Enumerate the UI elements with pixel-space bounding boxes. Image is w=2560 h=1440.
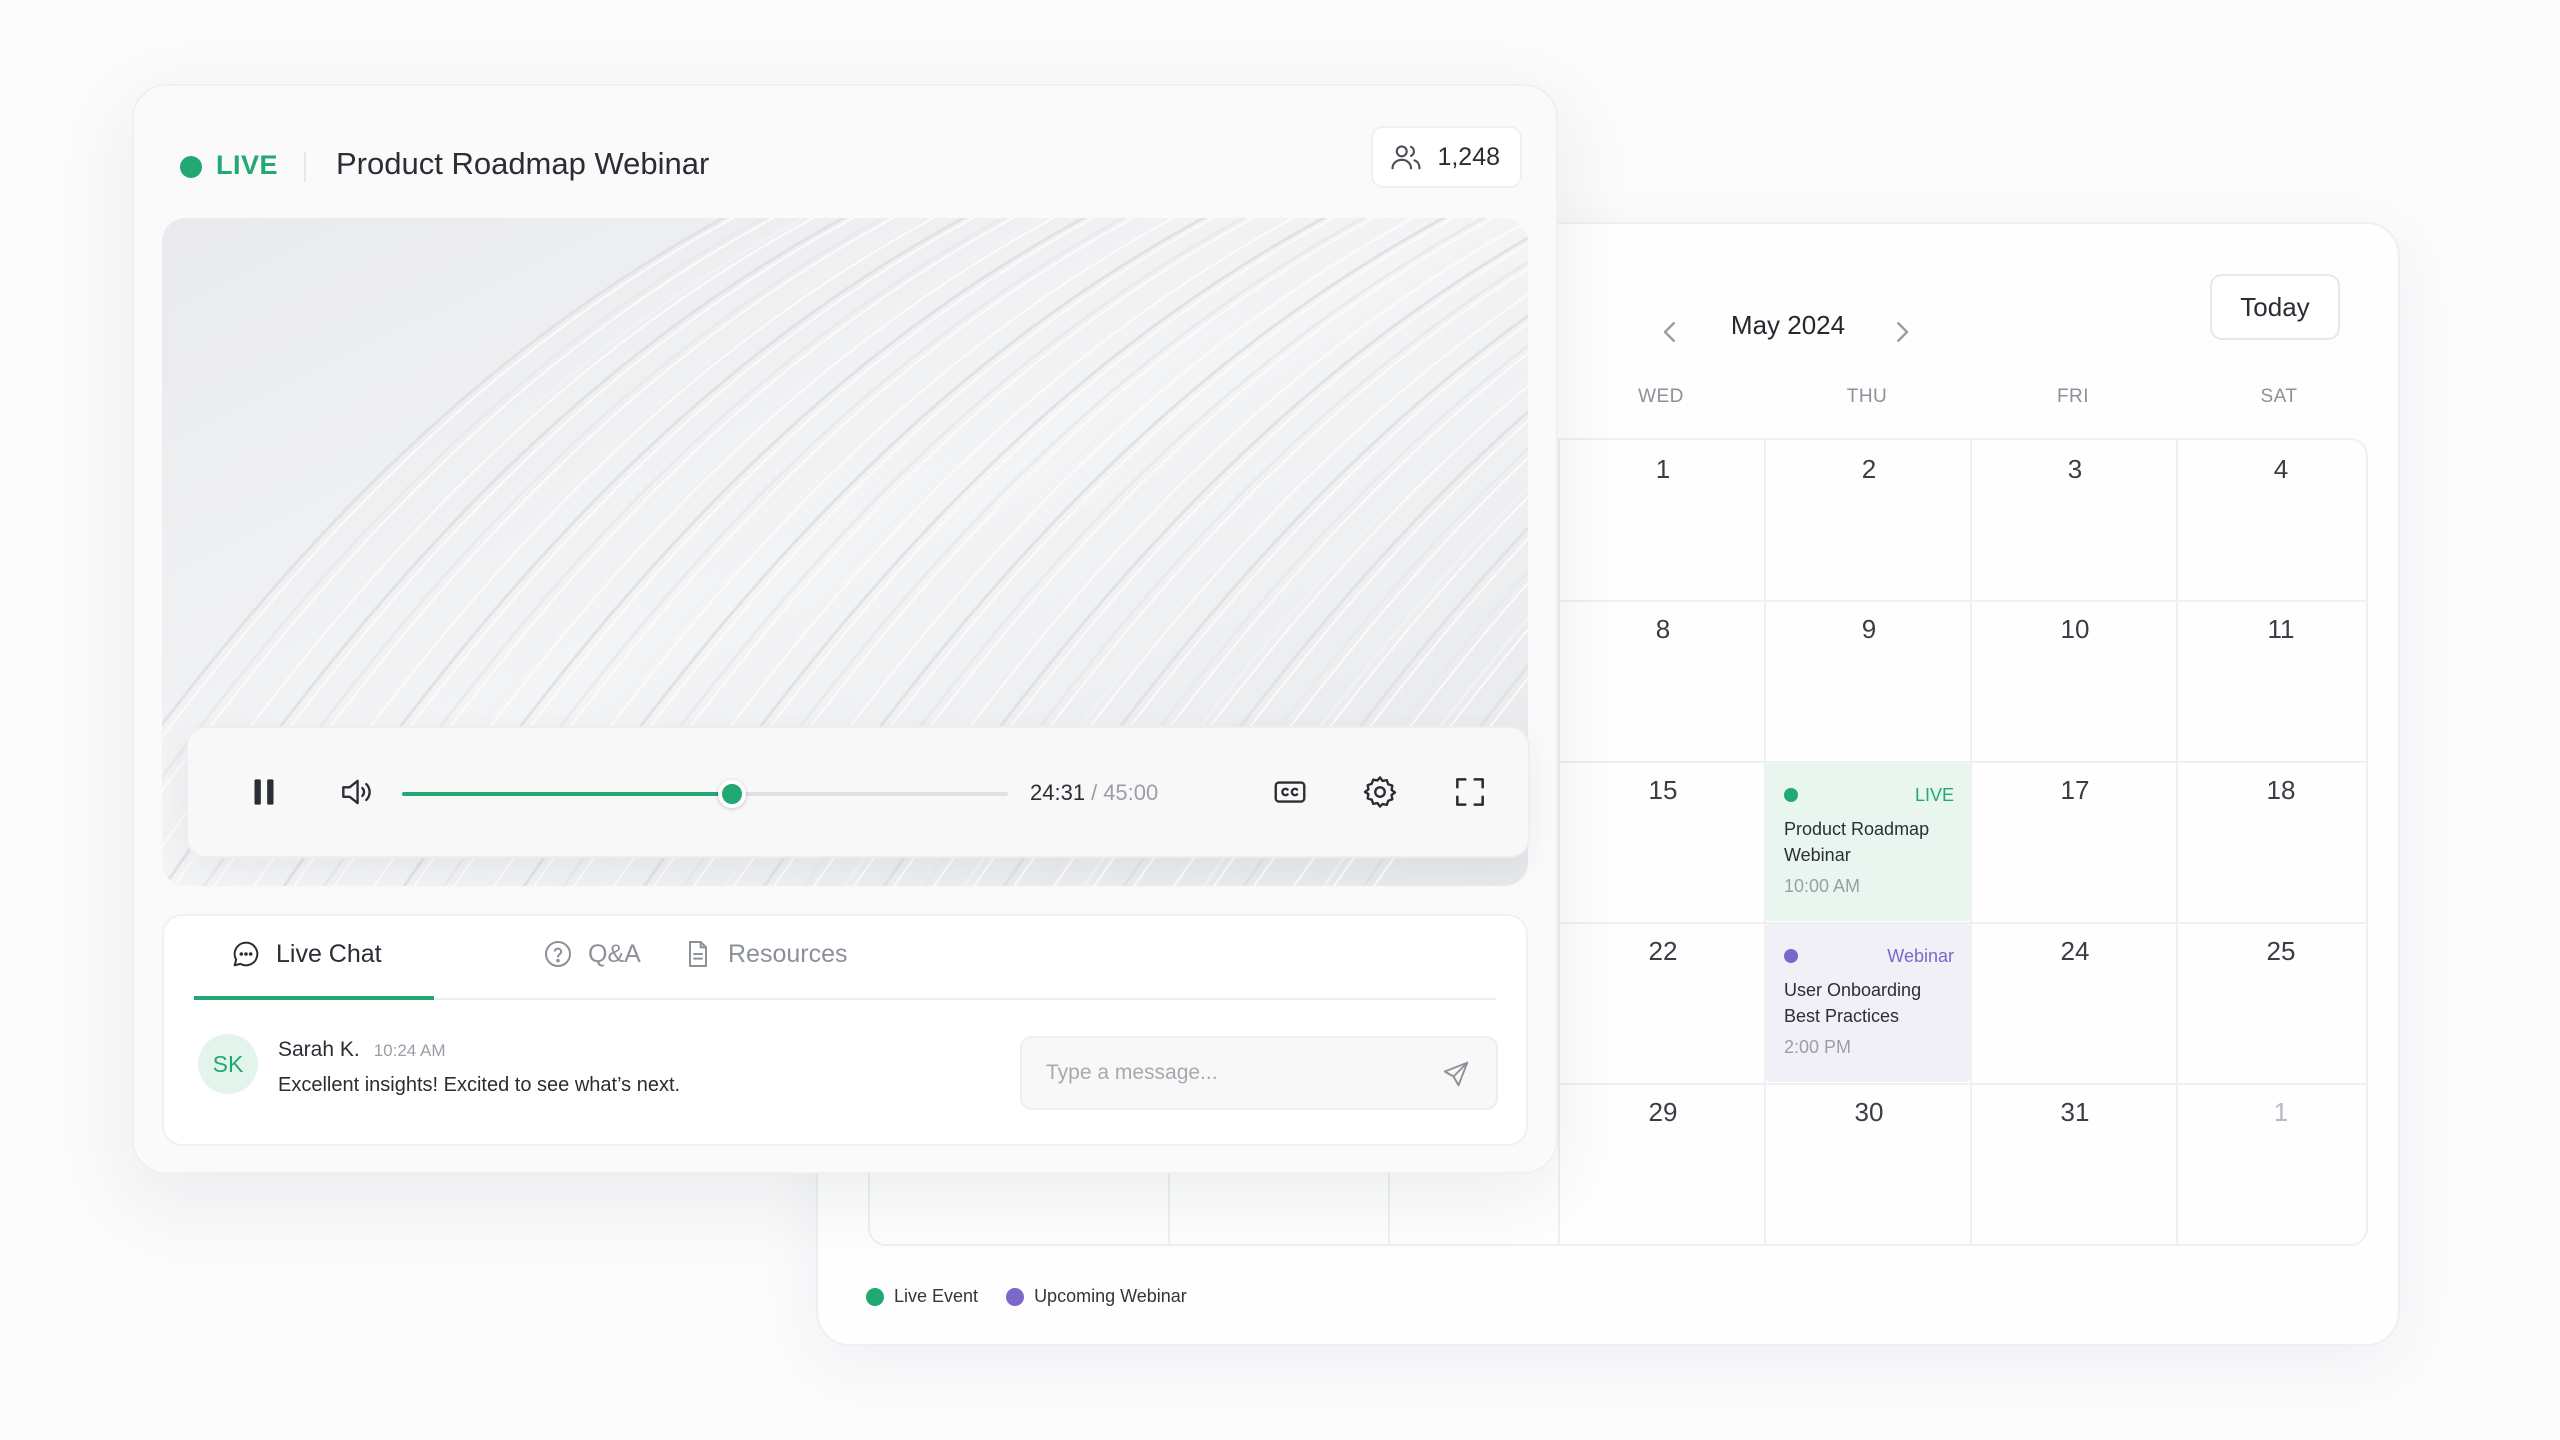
document-icon [689, 941, 707, 967]
current-time: 24:31 [1030, 780, 1086, 805]
day-cell[interactable]: 25 [2178, 936, 2366, 967]
event-time: 2:00 PM [1784, 1037, 1852, 1057]
event-title: User Onboarding Best Practices [1784, 980, 1922, 1026]
time-separator: / [1091, 780, 1098, 805]
tab-qa[interactable]: Q&A [542, 940, 641, 1000]
day-cell[interactable]: 8 [1560, 614, 1766, 645]
total-time: 45:00 [1103, 780, 1159, 805]
webinar-status-dot [1784, 949, 1798, 963]
calendar-legend: Live Event Upcoming Webinar [866, 1286, 1187, 1307]
day-cell[interactable]: 4 [2178, 454, 2366, 485]
day-cell[interactable]: 29 [1560, 1097, 1766, 1128]
question-circle-icon [545, 941, 571, 967]
captions-icon [1274, 781, 1306, 803]
day-cell-next-month[interactable]: 1 [2178, 1097, 2366, 1128]
message-input[interactable] [1046, 1038, 1426, 1108]
volume-icon [342, 779, 371, 805]
live-label: LIVE [216, 150, 279, 180]
tab-label: Live Chat [276, 940, 382, 968]
event-time: 10:00 AM [1784, 876, 1861, 896]
volume-button[interactable] [330, 766, 382, 818]
viewer-count-badge: 1,248 [1371, 126, 1522, 188]
users-icon [1391, 145, 1421, 170]
day-cell[interactable]: 24 [1972, 936, 2178, 967]
message-header: Sarah K. 10:24 AM [278, 1038, 446, 1062]
day-cell[interactable]: 10 [1972, 614, 2178, 645]
viewer-count: 1,248 [1437, 142, 1500, 171]
weekday-label: SAT [2260, 386, 2298, 407]
event-tag: LIVE [1914, 784, 1954, 805]
legend-dot [866, 1287, 884, 1306]
fullscreen-icon [1456, 778, 1484, 806]
settings-gear-icon [1363, 776, 1397, 808]
legend-label: Upcoming Webinar [1034, 1286, 1187, 1306]
day-cell[interactable]: 31 [1972, 1097, 2178, 1128]
day-cell[interactable]: 9 [1766, 614, 1972, 645]
tab-resources[interactable]: Resources [682, 940, 848, 1000]
chat-panel: Live Chat Q&A Resources SK Sarah K. 10:24… [162, 914, 1528, 1146]
day-cell[interactable]: 17 [1972, 775, 2178, 806]
pause-icon [254, 779, 274, 805]
captions-button[interactable] [1264, 766, 1316, 818]
send-button[interactable] [1438, 1056, 1474, 1092]
legend-item-live: Live Event [866, 1286, 978, 1307]
live-indicator-dot [180, 156, 202, 178]
day-cell[interactable]: 11 [2178, 614, 2366, 645]
chat-bubble-icon [233, 941, 259, 967]
legend-label: Live Event [894, 1286, 979, 1306]
day-cell[interactable]: 1 [1560, 454, 1766, 485]
send-icon [1443, 1061, 1469, 1087]
weekday-label: WED [1638, 386, 1684, 407]
message-input-box [1020, 1036, 1498, 1110]
pause-button[interactable] [238, 766, 290, 818]
header-divider [304, 152, 306, 182]
day-cell[interactable]: 22 [1560, 936, 1766, 967]
day-cell[interactable]: 15 [1560, 775, 1766, 806]
progress-fill [402, 792, 733, 796]
avatar: SK [198, 1034, 258, 1094]
tab-label: Resources [728, 940, 848, 968]
progress-bar[interactable] [402, 780, 1008, 808]
chat-tabs: Live Chat Q&A Resources [194, 916, 1496, 1000]
previous-month-button[interactable] [1646, 308, 1694, 356]
settings-button[interactable] [1354, 766, 1406, 818]
tab-live-chat[interactable]: Live Chat [194, 940, 434, 1000]
tab-label: Q&A [588, 940, 641, 968]
day-cell[interactable]: 3 [1972, 454, 2178, 485]
chevron-left-icon [1663, 322, 1675, 342]
message-text: Excellent insights! Excited to see what’… [278, 1074, 681, 1096]
fullscreen-button[interactable] [1444, 766, 1496, 818]
chevron-right-icon [1897, 322, 1909, 342]
webinar-header: LIVE Product Roadmap Webinar 1,248 [134, 126, 1556, 198]
live-event-card[interactable]: LIVE Product Roadmap Webinar 10:00 AM [1766, 762, 1970, 921]
month-title: May 2024 [1730, 310, 1846, 340]
today-button[interactable]: Today [2210, 274, 2340, 340]
event-title: Product Roadmap Webinar [1784, 819, 1930, 865]
webinar-event-card[interactable]: Webinar User Onboarding Best Practices 2… [1766, 923, 1970, 1082]
message-author: Sarah K. [278, 1038, 360, 1061]
day-cell[interactable]: 30 [1766, 1097, 1972, 1128]
day-cell[interactable]: 18 [2178, 775, 2366, 806]
message-time: 10:24 AM [373, 1041, 446, 1060]
weekday-label: THU [1846, 386, 1888, 407]
live-status-dot [1784, 788, 1798, 802]
legend-item-webinar: Upcoming Webinar [1006, 1286, 1187, 1307]
player-controls: 24:31/45:00 [186, 726, 1530, 858]
time-display: 24:31/45:00 [1030, 780, 1158, 806]
weekday-label: FRI [2056, 386, 2090, 407]
next-month-button[interactable] [1878, 308, 1926, 356]
page-title: Product Roadmap Webinar [336, 146, 710, 181]
event-tag: Webinar [1887, 945, 1954, 966]
legend-dot [1006, 1287, 1025, 1306]
day-cell[interactable]: 2 [1766, 454, 1972, 485]
webinar-player-card: LIVE Product Roadmap Webinar 1,248 24:31… [132, 84, 1558, 1174]
progress-thumb[interactable] [718, 780, 747, 808]
